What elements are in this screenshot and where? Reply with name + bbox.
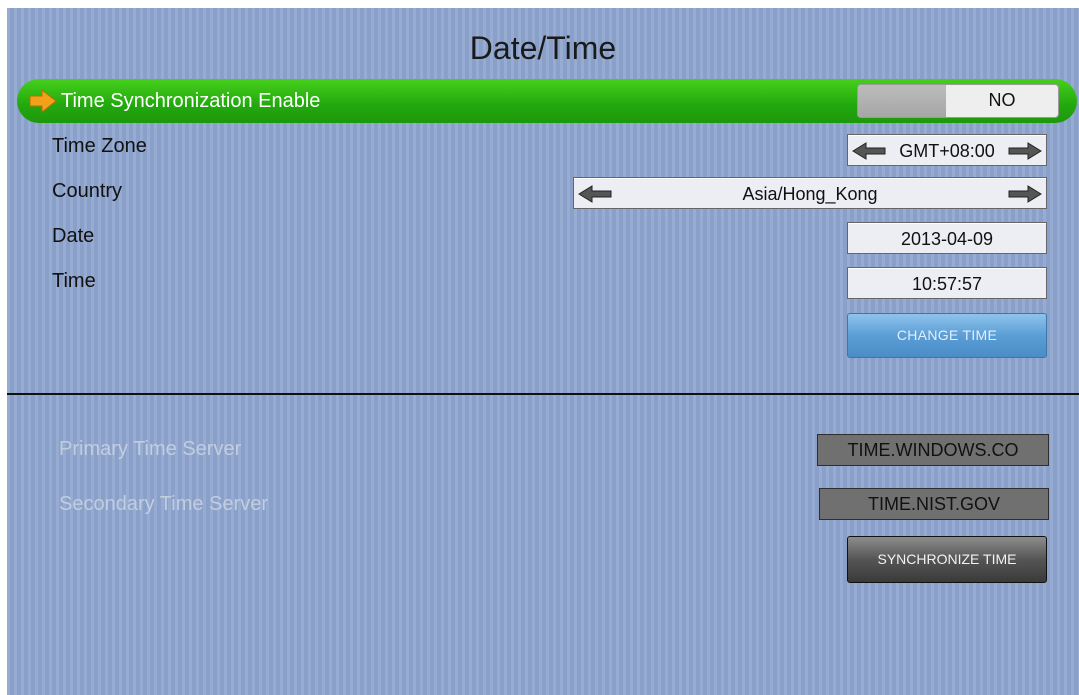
section-divider bbox=[7, 393, 1079, 395]
primary-server-label: Primary Time Server bbox=[59, 438, 242, 460]
page-title: Date/Time bbox=[469, 30, 617, 66]
sync-enable-toggle[interactable]: NO bbox=[857, 84, 1059, 118]
date-value: 2013-04-09 bbox=[900, 229, 994, 249]
time-field[interactable]: 10:57:57 bbox=[847, 267, 1047, 299]
arrow-right-icon[interactable] bbox=[1008, 142, 1042, 160]
sync-enable-value: NO bbox=[988, 90, 1016, 110]
date-field[interactable]: 2013-04-09 bbox=[847, 222, 1047, 254]
date-label: Date bbox=[52, 225, 95, 247]
arrow-right-icon[interactable] bbox=[1008, 185, 1042, 203]
primary-server-field[interactable]: TIME.WINDOWS.CO bbox=[817, 434, 1049, 466]
secondary-server-label: Secondary Time Server bbox=[59, 493, 268, 515]
time-label: Time bbox=[52, 270, 96, 292]
toggle-knob[interactable] bbox=[858, 85, 946, 117]
sync-enable-label: Time Synchronization Enable bbox=[61, 90, 321, 112]
change-time-button[interactable]: CHANGE TIME bbox=[847, 313, 1047, 358]
country-value: Asia/Hong_Kong bbox=[742, 184, 878, 204]
date-time-panel: Date/Time Time Synchronization Enable NO… bbox=[7, 8, 1079, 695]
country-label: Country bbox=[52, 180, 123, 202]
country-selector[interactable]: Asia/Hong_Kong bbox=[573, 177, 1047, 209]
sync-enable-row[interactable]: Time Synchronization Enable NO bbox=[17, 79, 1077, 123]
secondary-server-field[interactable]: TIME.NIST.GOV bbox=[819, 488, 1049, 520]
time-value: 10:57:57 bbox=[911, 274, 983, 294]
time-zone-label: Time Zone bbox=[52, 135, 147, 157]
selection-arrow-icon bbox=[29, 89, 57, 113]
synchronize-time-button[interactable]: SYNCHRONIZE TIME bbox=[847, 536, 1047, 583]
time-zone-selector[interactable]: GMT+08:00 bbox=[847, 134, 1047, 166]
